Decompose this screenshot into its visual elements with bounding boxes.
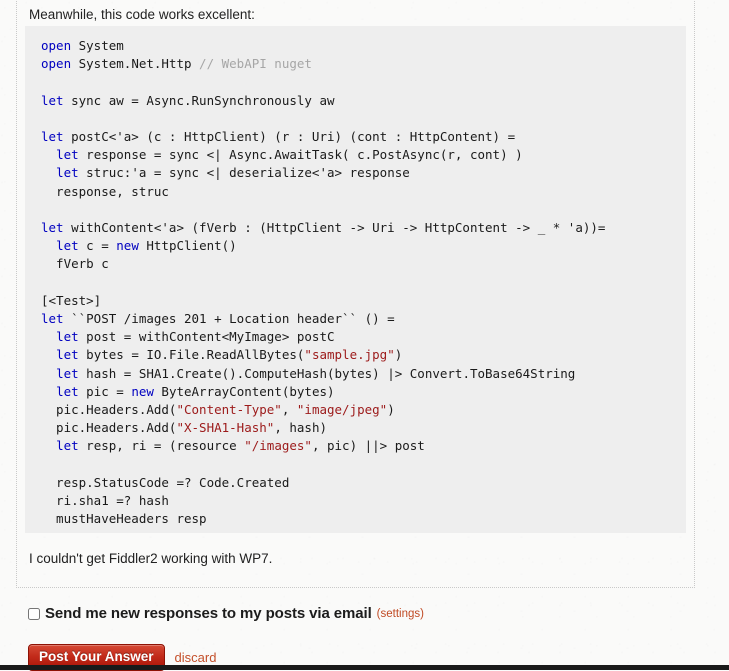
code-token: struc:'a = sync <| deserialize<'a> respo… — [78, 165, 410, 181]
code-token: ri.sha1 =? hash — [41, 493, 169, 509]
code-token: resp, ri = (resource — [78, 438, 245, 454]
code-token: open — [41, 56, 72, 72]
code-token: , pic) ||> post — [311, 438, 425, 454]
answer-preview-pane: Meanwhile, this code works excellent: op… — [16, 0, 695, 588]
code-token: c = — [78, 238, 117, 254]
code-token: post = withContent<MyImage> postC — [78, 329, 335, 345]
code-token: let — [56, 383, 79, 399]
code-token: HttpClient() — [138, 238, 237, 254]
code-token: let — [41, 92, 64, 108]
code-content: open System open System.Net.Http // WebA… — [41, 37, 686, 528]
code-token: , hash) — [274, 420, 327, 436]
notify-row: Send me new responses to my posts via em… — [28, 605, 424, 622]
code-token: let — [56, 147, 79, 163]
code-token: let — [56, 238, 79, 254]
code-token: postC<'a> (c : HttpClient) (r : Uri) (co… — [63, 129, 516, 145]
code-block: open System open System.Net.Http // WebA… — [25, 26, 686, 533]
code-token: new — [116, 238, 139, 254]
bottom-strip — [0, 665, 729, 670]
code-token: let — [56, 438, 79, 454]
code-token: let — [56, 165, 79, 181]
code-token: ``POST /images 201 + Location header`` (… — [63, 311, 395, 327]
code-token: ByteArrayContent(bytes) — [153, 383, 335, 399]
code-token: fVerb c — [41, 256, 109, 272]
code-token: ) — [394, 347, 403, 363]
code-token: System.Net.Http — [71, 56, 200, 72]
code-token: pic = — [78, 383, 132, 399]
code-token: mustHaveHeaders resp — [41, 511, 207, 527]
code-token: let — [56, 365, 79, 381]
code-token: "image/jpeg" — [296, 402, 388, 418]
code-token: withContent<'a> (fVerb : (HttpClient -> … — [63, 220, 606, 236]
code-token: let — [56, 347, 79, 363]
code-token: pic.Headers.Add( — [41, 420, 177, 436]
code-token: let — [41, 129, 64, 145]
code-token: open — [41, 38, 72, 53]
code-token: // WebAPI nuget — [199, 56, 312, 72]
code-token: bytes = IO.File.ReadAllBytes( — [78, 347, 305, 363]
code-token: hash = SHA1.Create().ComputeHash(bytes) … — [78, 365, 576, 381]
code-token: new — [131, 383, 154, 399]
email-notify-label: Send me new responses to my posts via em… — [45, 605, 372, 622]
code-token: "Content-Type" — [176, 402, 282, 418]
code-token: "X-SHA1-Hash" — [176, 420, 275, 436]
code-token: let — [41, 311, 64, 327]
code-token: "sample.jpg" — [304, 347, 395, 363]
code-token: sync aw = Async.RunSynchronously aw — [63, 92, 335, 108]
code-token: "/images" — [244, 438, 312, 454]
discard-link[interactable]: discard — [175, 650, 217, 665]
email-notify-checkbox[interactable] — [28, 607, 40, 620]
code-token: resp.StatusCode =? Code.Created — [41, 474, 290, 490]
code-token: pic.Headers.Add( — [41, 402, 177, 418]
code-token: let — [41, 220, 64, 236]
code-token: [<Test>] — [41, 292, 102, 308]
code-token: System — [71, 38, 124, 53]
notification-settings-link[interactable]: (settings) — [377, 608, 424, 620]
code-token: response, struc — [41, 183, 169, 199]
code-token: let — [56, 329, 79, 345]
code-token: , — [281, 402, 297, 418]
closing-paragraph: I couldn't get Fiddler2 working with WP7… — [29, 551, 273, 566]
code-token: ) — [387, 402, 395, 418]
code-token: response = sync <| Async.AwaitTask( c.Po… — [78, 147, 523, 163]
intro-paragraph: Meanwhile, this code works excellent: — [29, 7, 255, 22]
